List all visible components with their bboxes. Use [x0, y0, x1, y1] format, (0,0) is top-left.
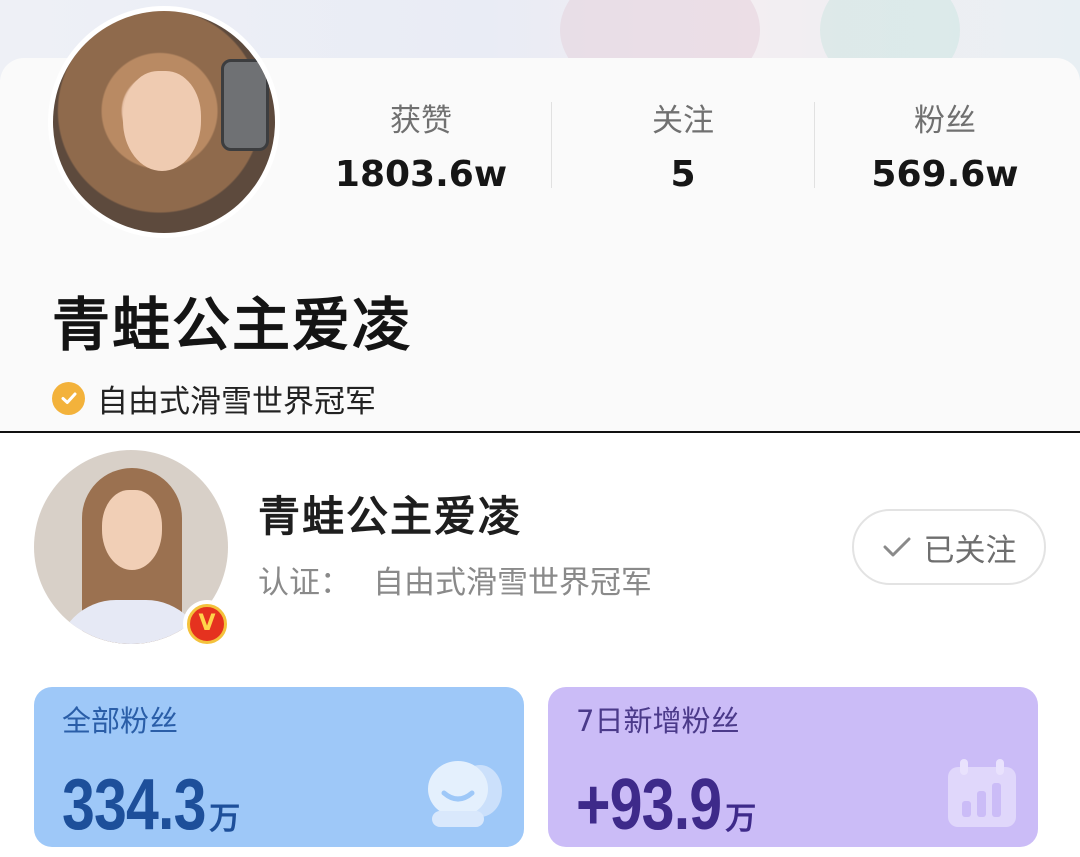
stat-likes[interactable]: 获赞 1803.6w [290, 96, 552, 206]
profile-name: 青蛙公主爱凌 [52, 291, 413, 359]
certification-value: 自由式滑雪世界冠军 [373, 565, 652, 601]
new-fans-7d-value: +93.9 [576, 765, 722, 845]
profile-stats: 获赞 1803.6w 关注 5 粉丝 569.6w [290, 96, 1080, 206]
following-button[interactable]: 已关注 [852, 509, 1046, 585]
stat-followers[interactable]: 粉丝 569.6w [814, 96, 1076, 206]
new-fans-7d-unit: 万 [725, 801, 757, 837]
weibo-profile-panel: V 青蛙公主爱凌 认证： 自由式滑雪世界冠军 已关注 全部粉丝 334.3 万 … [0, 433, 1080, 857]
certification: 认证： 自由式滑雪世界冠军 [258, 561, 652, 605]
new-fans-7d-label: 7日新增粉丝 [576, 704, 740, 738]
verification-text: 自由式滑雪世界冠军 [97, 383, 376, 420]
stat-following-value: 5 [670, 154, 696, 195]
total-fans-value: 334.3 [62, 765, 206, 845]
new-fans-7d-value-row: +93.9 万 [576, 765, 756, 845]
bar-chart-icon [944, 757, 1020, 833]
profile-name: 青蛙公主爱凌 [258, 492, 523, 541]
new-fans-7d-card[interactable]: 7日新增粉丝 +93.9 万 [548, 687, 1038, 847]
verification-row: 自由式滑雪世界冠军 [52, 378, 376, 420]
check-circle-icon [52, 381, 85, 415]
following-button-label: 已关注 [923, 532, 1017, 569]
total-fans-unit: 万 [209, 801, 241, 837]
avatar[interactable] [48, 6, 280, 238]
stat-likes-value: 1803.6w [334, 154, 508, 195]
stat-following-label: 关注 [652, 103, 714, 139]
total-fans-label: 全部粉丝 [62, 704, 179, 738]
stat-followers-value: 569.6w [871, 154, 1019, 195]
people-icon [422, 759, 506, 833]
stat-following[interactable]: 关注 5 [552, 96, 814, 206]
profile-header-panel: 获赞 1803.6w 关注 5 粉丝 569.6w 青蛙公主爱凌 自由式滑雪世界… [0, 0, 1080, 432]
stat-followers-label: 粉丝 [914, 103, 976, 139]
check-icon [882, 535, 912, 559]
v-badge-text: V [187, 604, 227, 644]
total-fans-value-row: 334.3 万 [62, 765, 240, 845]
total-fans-card[interactable]: 全部粉丝 334.3 万 [34, 687, 524, 847]
v-verified-badge-icon: V [183, 600, 231, 648]
certification-label: 认证： [258, 565, 351, 601]
avatar-photo [53, 11, 275, 233]
stat-likes-label: 获赞 [390, 103, 452, 139]
